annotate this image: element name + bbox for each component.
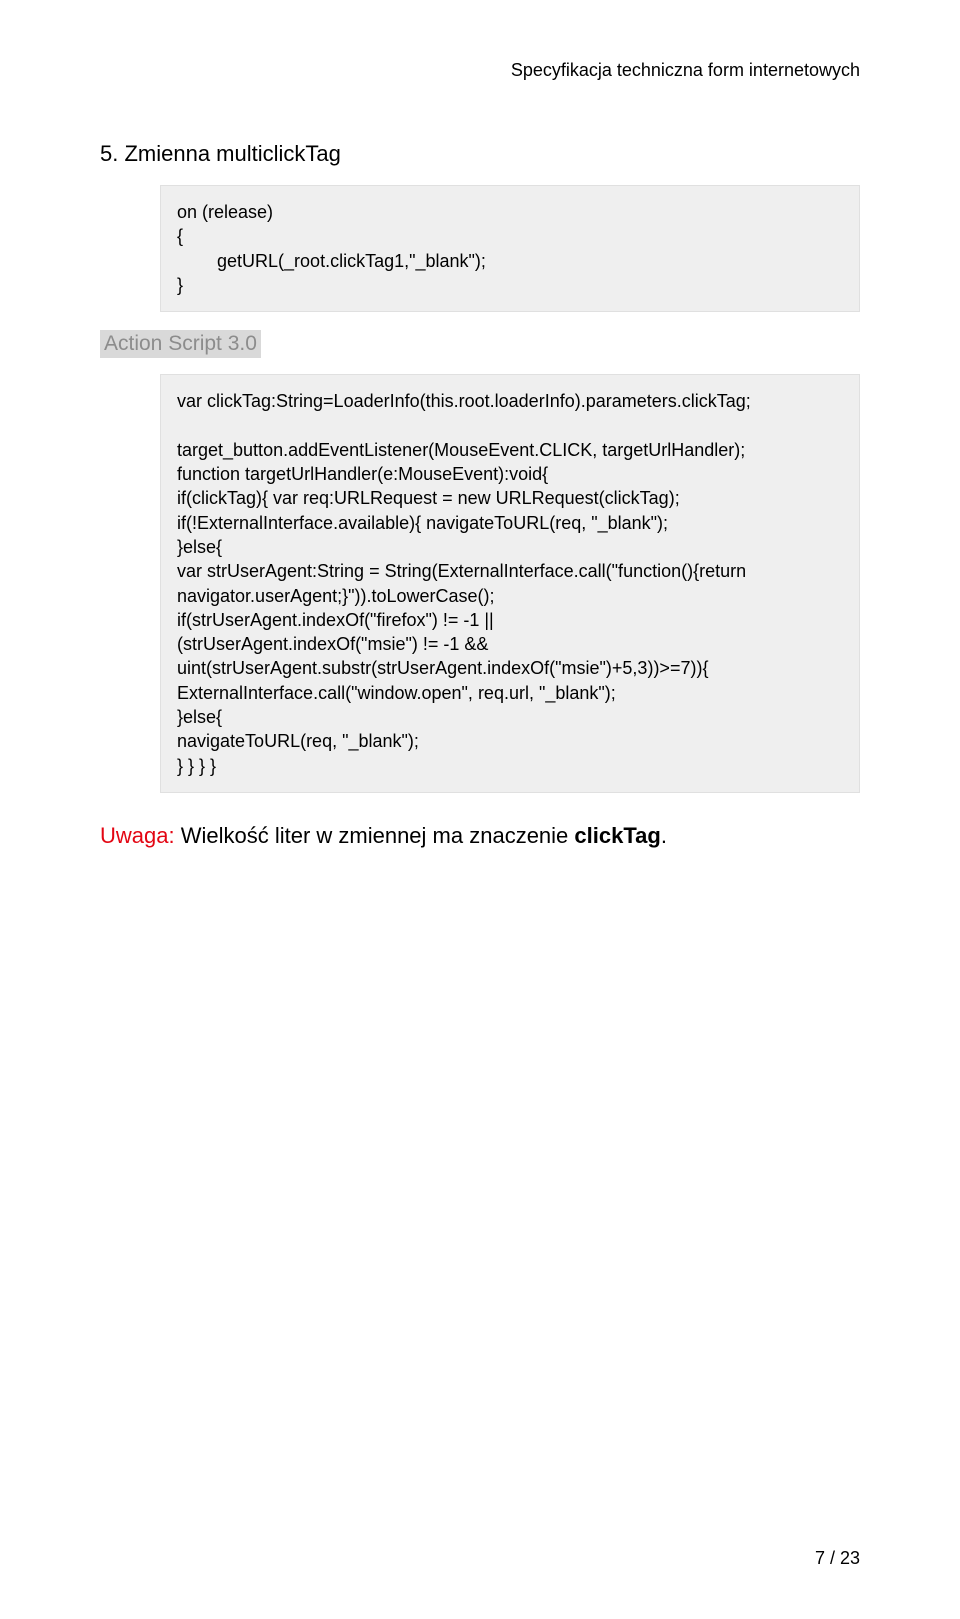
label-actionscript3: Action Script 3.0 — [100, 330, 261, 358]
note-tail: . — [661, 823, 667, 848]
note-text: Wielkość liter w zmiennej ma znaczenie — [175, 823, 575, 848]
page: Specyfikacja techniczna form internetowy… — [0, 0, 960, 1619]
note-bold: clickTag — [574, 823, 660, 848]
code-block-as2: on (release) { getURL(_root.clickTag1,"_… — [160, 185, 860, 312]
running-header: Specyfikacja techniczna form internetowy… — [100, 60, 860, 81]
note-uwaga: Uwaga: — [100, 823, 175, 848]
note-line: Uwaga: Wielkość liter w zmiennej ma znac… — [100, 821, 860, 852]
section-heading: 5. Zmienna multiclickTag — [100, 141, 860, 167]
code-block-as3: var clickTag:String=LoaderInfo(this.root… — [160, 374, 860, 793]
page-number: 7 / 23 — [815, 1548, 860, 1569]
